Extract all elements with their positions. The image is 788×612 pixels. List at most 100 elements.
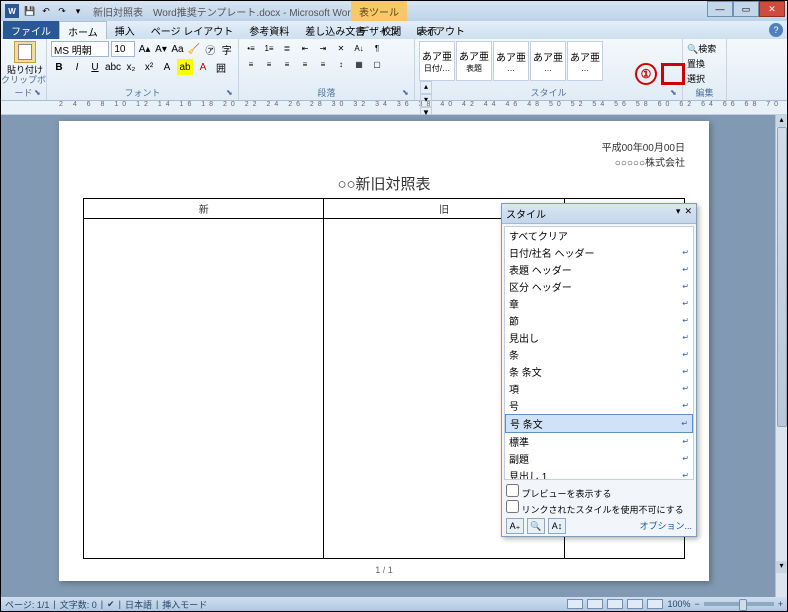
status-words[interactable]: 文字数: 0 [60,598,97,611]
distribute-button[interactable]: ≡ [315,57,331,71]
tab-table-layout[interactable]: レイアウト [407,21,473,40]
view-outline-button[interactable] [627,599,643,609]
status-zoom[interactable]: 100% [667,599,690,609]
styles-pane-titlebar[interactable]: スタイル ▾✕ [502,204,696,224]
zoom-slider[interactable] [704,602,774,606]
find-button[interactable]: 🔍検索 [687,41,722,56]
bullets-button[interactable]: •≡ [243,41,259,55]
align-center-button[interactable]: ≡ [261,57,277,71]
justify-button[interactable]: ≡ [297,57,313,71]
style-item-1[interactable]: あア亜表題 [456,41,492,81]
status-page[interactable]: ページ: 1/1 [5,598,49,611]
style-list-item[interactable]: 条↵ [505,346,693,363]
shading-button[interactable]: ▦ [351,57,367,71]
asian-layout-button[interactable]: ✕ [333,41,349,55]
vertical-scrollbar[interactable]: ▴ ▾ [775,115,787,597]
style-list-item[interactable]: 項↵ [505,380,693,397]
superscript-button[interactable]: x² [141,59,157,75]
replace-button[interactable]: 置換 [687,56,722,71]
close-button[interactable]: ✕ [759,1,785,17]
increase-indent-button[interactable]: ⇥ [315,41,331,55]
font-color-button[interactable]: A [195,59,211,75]
shrink-font-button[interactable]: A▾ [154,41,168,57]
multilevel-button[interactable]: ≣ [279,41,295,55]
grow-font-button[interactable]: A▴ [137,41,151,57]
pane-close-icon[interactable]: ✕ [684,206,692,221]
view-print-layout-button[interactable] [567,599,583,609]
status-proofing-icon[interactable]: ✔ [107,599,115,610]
style-list-item[interactable]: 見出し↵ [505,329,693,346]
text-effects-button[interactable]: A [159,59,175,75]
styles-options-link[interactable]: オプション... [639,519,692,532]
style-list-item[interactable]: 表題 ヘッダー↵ [505,261,693,278]
maximize-button[interactable]: ▭ [733,1,759,17]
tab-insert[interactable]: 挿入 [107,21,143,39]
linked-checkbox[interactable]: リンクされたスタイルを使用不可にする [506,500,692,516]
show-marks-button[interactable]: ¶ [369,41,385,55]
numbering-button[interactable]: 1≡ [261,41,277,55]
style-list-item[interactable]: 条 条文↵ [505,363,693,380]
borders-button[interactable]: ▢ [369,57,385,71]
undo-icon[interactable]: ↶ [39,4,53,18]
styles-launcher[interactable]: ⬊ [670,88,680,98]
paste-button[interactable]: 貼り付け [5,41,45,76]
char-border-button[interactable]: 囲 [213,59,229,75]
scroll-down-arrow[interactable]: ▾ [776,561,787,573]
style-item-4[interactable]: あア亜… [567,41,603,81]
decrease-indent-button[interactable]: ⇤ [297,41,313,55]
view-web-button[interactable] [607,599,623,609]
bold-button[interactable]: B [51,59,67,75]
phonetic-guide-button[interactable]: ㋐ [203,41,217,57]
italic-button[interactable]: I [69,59,85,75]
cell-new[interactable] [84,219,324,559]
clipboard-launcher[interactable]: ⬊ [34,88,44,98]
save-icon[interactable]: 💾 [23,4,37,18]
style-list-item[interactable]: 副題↵ [505,450,693,467]
new-style-button[interactable]: A₊ [506,518,524,534]
tab-file[interactable]: ファイル [3,21,59,39]
style-item-0[interactable]: あア亜日付/… [419,41,455,81]
tab-design[interactable]: デザイン [351,21,407,40]
style-list-item[interactable]: 号 条文↵ [505,414,693,433]
scroll-up-arrow[interactable]: ▴ [776,115,787,127]
select-button[interactable]: 選択 [687,71,722,86]
qat-dropdown-icon[interactable]: ▾ [71,4,85,18]
font-name-combo[interactable]: MS 明朝 [51,41,109,57]
pane-dropdown-icon[interactable]: ▾ [676,206,681,221]
style-list-item[interactable]: 日付/社名 ヘッダー↵ [505,244,693,261]
redo-icon[interactable]: ↷ [55,4,69,18]
style-item-3[interactable]: あア亜… [530,41,566,81]
align-right-button[interactable]: ≡ [279,57,295,71]
style-list-item[interactable]: 標準↵ [505,433,693,450]
tab-page-layout[interactable]: ページ レイアウト [143,21,242,39]
status-language[interactable]: 日本語 [125,598,152,611]
subscript-button[interactable]: x₂ [123,59,139,75]
clear-formatting-button[interactable]: 🧹 [187,41,201,57]
change-case-button[interactable]: Aa [170,41,184,57]
tab-home[interactable]: ホーム [59,21,107,39]
align-left-button[interactable]: ≡ [243,57,259,71]
style-list-item[interactable]: 見出し 1↵ [505,467,693,480]
scroll-thumb[interactable] [777,127,787,427]
horizontal-ruler[interactable]: 2 4 6 8 10 12 14 16 18 20 22 24 26 28 30… [1,101,787,115]
tab-references[interactable]: 参考資料 [241,21,297,39]
style-list-item[interactable]: 節↵ [505,312,693,329]
style-inspector-button[interactable]: 🔍 [527,518,545,534]
style-item-2[interactable]: あア亜… [493,41,529,81]
style-list-item[interactable]: すべてクリア [505,227,693,244]
paragraph-launcher[interactable]: ⬊ [402,88,412,98]
preview-checkbox[interactable]: プレビューを表示する [506,484,692,500]
style-list-item[interactable]: 区分 ヘッダー↵ [505,278,693,295]
line-spacing-button[interactable]: ↕ [333,57,349,71]
zoom-out-button[interactable]: − [694,599,699,609]
sort-button[interactable]: A↓ [351,41,367,55]
font-launcher[interactable]: ⬊ [226,88,236,98]
style-list-item[interactable]: 号↵ [505,397,693,414]
zoom-in-button[interactable]: + [778,599,783,609]
view-draft-button[interactable] [647,599,663,609]
highlight-button[interactable]: ab [177,59,193,75]
manage-styles-button[interactable]: A↕ [548,518,566,534]
minimize-button[interactable]: — [707,1,733,17]
strikethrough-button[interactable]: abc [105,59,121,75]
view-fullscreen-button[interactable] [587,599,603,609]
